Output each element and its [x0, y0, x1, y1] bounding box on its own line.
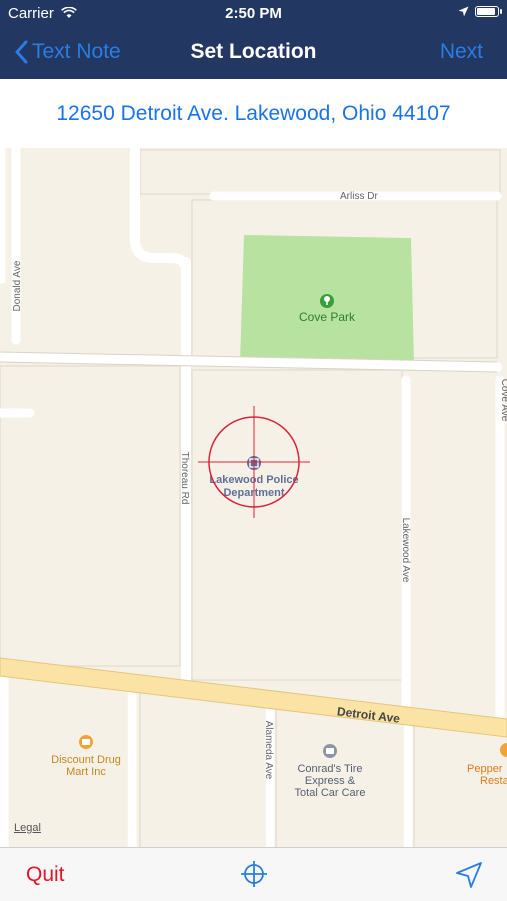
- street-label-arliss: Arliss Dr: [340, 191, 378, 202]
- street-label-cove: Cove Ave: [499, 379, 507, 422]
- quit-button[interactable]: Quit: [26, 863, 65, 887]
- street-label-alameda: Alameda Ave: [263, 721, 274, 780]
- poi-label-tire-3: Total Car Care: [295, 787, 366, 799]
- location-arrow-icon[interactable]: [454, 860, 484, 890]
- poi-label-drug-1: Discount Drug: [51, 754, 121, 766]
- next-button[interactable]: Next: [440, 40, 483, 64]
- address-display: 12650 Detroit Ave. Lakewood, Ohio 44107: [0, 79, 507, 148]
- bottom-toolbar: Quit: [0, 847, 507, 901]
- poi-label-park: Cove Park: [299, 310, 356, 324]
- poi-label-tire-1: Conrad's Tire: [297, 763, 362, 775]
- poi-label-drug-2: Mart Inc: [66, 766, 106, 778]
- navigation-bar: Text Note Set Location Next: [0, 28, 507, 79]
- park-icon: [320, 294, 334, 308]
- car-service-icon: [323, 744, 337, 758]
- crosshair-icon[interactable]: [240, 860, 268, 888]
- chevron-left-icon: [15, 40, 28, 64]
- street-label-thoreau: Thoreau Rd: [179, 452, 190, 505]
- legal-link[interactable]: Legal: [14, 822, 41, 834]
- poi-label-pepper-2: Resta: [480, 775, 507, 787]
- status-bar: Carrier 2:50 PM: [0, 0, 507, 28]
- poi-label-tire-2: Express &: [305, 775, 356, 787]
- battery-icon: [475, 6, 502, 17]
- clock: 2:50 PM: [225, 5, 282, 22]
- back-button-label: Text Note: [32, 40, 121, 63]
- address-text: 12650 Detroit Ave. Lakewood, Ohio 44107: [56, 101, 451, 125]
- store-icon: [79, 735, 93, 749]
- poi-label-pepper-1: Pepper: [467, 763, 503, 775]
- street-label-lakewood: Lakewood Ave: [400, 518, 411, 583]
- location-services-icon: [458, 6, 469, 17]
- street-label-donald: Donald Ave: [12, 260, 23, 311]
- back-button[interactable]: Text Note: [14, 40, 121, 64]
- map-view[interactable]: Arliss Dr Donald Ave Thoreau Rd Lakewood…: [0, 79, 507, 847]
